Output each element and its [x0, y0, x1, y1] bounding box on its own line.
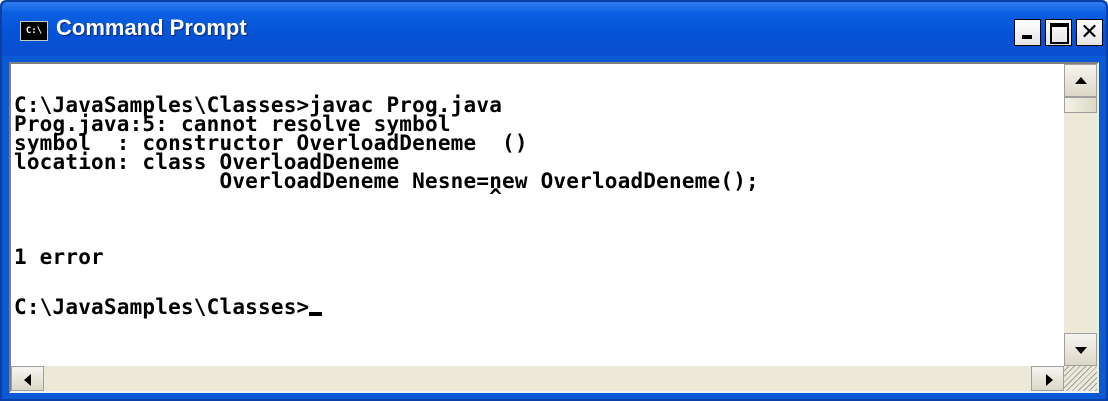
console-prompt-line: C:\JavaSamples\Classes> — [14, 295, 323, 319]
command-prompt-window: C:\ Command Prompt ✕ C:\JavaSamples\Clas… — [0, 0, 1108, 401]
arrow-right-icon — [1046, 374, 1053, 386]
console-line: 1 error — [14, 245, 104, 269]
minimize-button[interactable] — [1014, 19, 1041, 46]
console-prompt: C:\JavaSamples\Classes> — [14, 295, 310, 319]
maximize-button[interactable] — [1045, 19, 1072, 46]
arrow-left-icon — [24, 374, 31, 386]
close-icon: ✕ — [1080, 20, 1099, 45]
close-button[interactable]: ✕ — [1076, 19, 1103, 46]
title-bar[interactable]: C:\ Command Prompt ✕ — [2, 2, 1106, 56]
scroll-up-button[interactable] — [1064, 64, 1097, 97]
console-client-area: C:\JavaSamples\Classes>javac Prog.java P… — [9, 62, 1099, 393]
vertical-scrollbar[interactable] — [1064, 64, 1097, 366]
window-title: Command Prompt — [56, 15, 247, 40]
console-output[interactable]: C:\JavaSamples\Classes>javac Prog.java P… — [11, 64, 1064, 366]
scroll-right-button[interactable] — [1031, 366, 1064, 391]
maximize-icon — [1050, 23, 1069, 44]
scroll-left-button[interactable] — [11, 366, 44, 391]
console-icon[interactable]: C:\ — [20, 21, 48, 41]
text-cursor — [309, 312, 323, 316]
arrow-down-icon — [1075, 347, 1087, 354]
horizontal-scrollbar[interactable] — [11, 366, 1064, 391]
console-line: ^ — [14, 185, 503, 209]
arrow-up-icon — [1075, 77, 1087, 84]
resize-grip[interactable] — [1064, 366, 1097, 391]
vertical-scroll-thumb[interactable] — [1064, 97, 1097, 113]
minimize-icon — [1022, 35, 1032, 39]
scroll-down-button[interactable] — [1064, 333, 1097, 366]
